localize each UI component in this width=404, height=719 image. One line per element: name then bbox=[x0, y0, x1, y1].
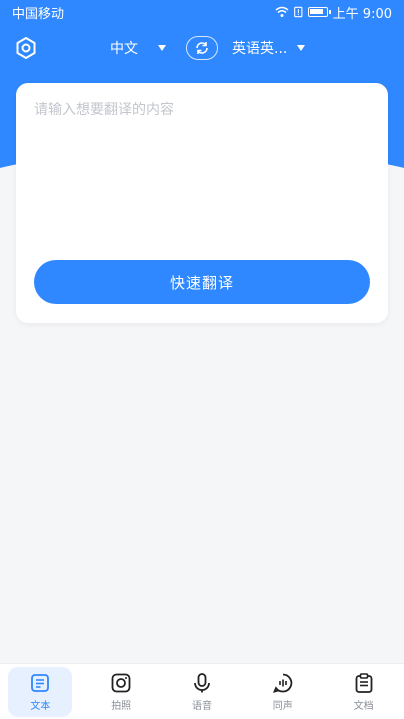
target-language-label: 英语英... bbox=[232, 41, 288, 57]
source-language-label: 中文 bbox=[110, 41, 138, 57]
translation-input[interactable] bbox=[34, 99, 370, 249]
sim-alert-icon bbox=[293, 6, 303, 18]
carrier-label: 中国移动 bbox=[12, 6, 65, 22]
battery-icon bbox=[307, 7, 331, 17]
microphone-icon bbox=[194, 672, 210, 692]
bottom-navigation: 文本 拍照 语音 同声 文档 bbox=[0, 663, 404, 719]
nav-item-voice[interactable]: 语音 bbox=[170, 667, 234, 717]
nav-label: 拍照 bbox=[111, 700, 132, 712]
nav-label: 同声 bbox=[272, 700, 293, 712]
nav-item-camera[interactable]: 拍照 bbox=[89, 667, 153, 717]
quick-translate-button[interactable]: 快速翻译 bbox=[34, 260, 370, 304]
nav-label: 语音 bbox=[191, 700, 212, 712]
swap-languages-button[interactable] bbox=[186, 36, 218, 60]
chevron-down-icon bbox=[297, 45, 306, 51]
simultaneous-icon bbox=[272, 673, 293, 693]
wifi-icon bbox=[275, 6, 289, 17]
document-icon bbox=[355, 672, 372, 693]
camera-icon bbox=[111, 673, 131, 692]
text-icon bbox=[31, 673, 50, 692]
swap-icon bbox=[196, 42, 208, 54]
clock-label: 上午 9:00 bbox=[332, 6, 392, 22]
top-bar: 中文 英语英... bbox=[0, 30, 404, 66]
nav-label: 文档 bbox=[353, 700, 374, 712]
nav-item-simultaneous[interactable]: 同声 bbox=[251, 667, 315, 717]
translation-card: 快速翻译 bbox=[16, 83, 388, 323]
chevron-down-icon bbox=[158, 45, 166, 51]
nav-item-document[interactable]: 文档 bbox=[332, 667, 396, 717]
status-bar: 中国移动 上午 9:00 bbox=[0, 0, 404, 24]
status-icons: 上午 9:00 bbox=[275, 3, 392, 22]
target-language-selector[interactable]: 英语英... bbox=[232, 38, 306, 58]
nav-item-text[interactable]: 文本 bbox=[8, 666, 73, 717]
nav-label: 文本 bbox=[30, 700, 51, 712]
settings-gear-icon[interactable] bbox=[14, 36, 38, 60]
source-language-selector[interactable]: 中文 bbox=[110, 38, 166, 58]
